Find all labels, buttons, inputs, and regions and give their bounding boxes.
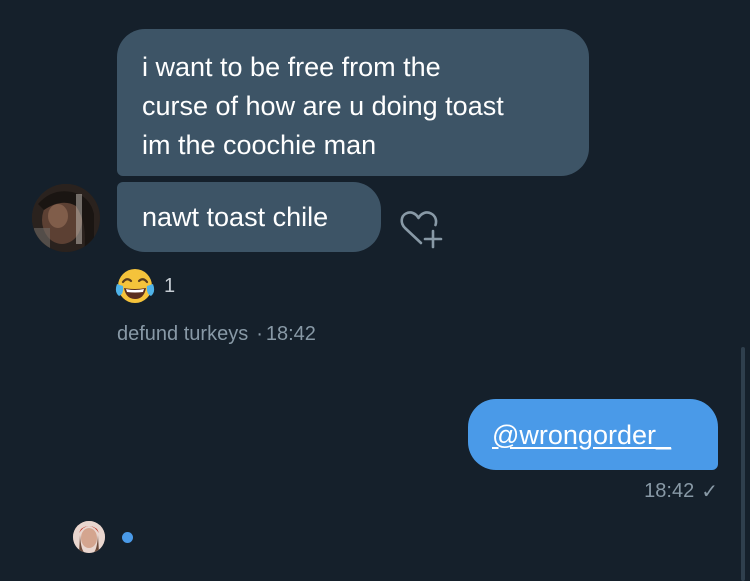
message-line: im the coochie man xyxy=(142,130,377,160)
message-line: i want to be free from the xyxy=(142,52,441,82)
reaction-chip[interactable]: 1 xyxy=(115,266,175,306)
check-icon: ✓ xyxy=(701,481,718,503)
sent-message-bubble[interactable]: @wrongorder_ xyxy=(468,399,718,470)
heart-plus-icon xyxy=(400,211,443,249)
message-text: nawt toast chile xyxy=(142,202,329,232)
received-message-bubble[interactable]: i want to be free from the curse of how … xyxy=(117,29,589,176)
message-time: 18:42 xyxy=(265,323,316,345)
typing-user-avatar[interactable] xyxy=(73,521,105,553)
avatar-image xyxy=(73,521,105,553)
reaction-count: 1 xyxy=(164,274,176,297)
sent-message-meta: 18:42 ✓ xyxy=(644,479,718,504)
sender-avatar[interactable] xyxy=(32,184,100,252)
face-with-tears-of-joy-icon xyxy=(115,269,155,303)
dm-conversation: i want to be free from the curse of how … xyxy=(0,0,750,581)
message-line: curse of how are u doing toast xyxy=(142,91,504,121)
received-message-bubble[interactable]: nawt toast chile xyxy=(117,182,381,252)
add-reaction-button[interactable] xyxy=(397,207,443,251)
received-message-meta: defund turkeys · 18:42 xyxy=(117,323,316,346)
avatar-image xyxy=(32,184,100,252)
meta-separator: · xyxy=(256,323,263,345)
message-time: 18:42 xyxy=(644,480,695,502)
mention-link[interactable]: @wrongorder_ xyxy=(492,420,671,450)
typing-indicator-dot xyxy=(122,532,133,543)
scrollbar[interactable] xyxy=(741,347,745,581)
sender-name[interactable]: defund turkeys xyxy=(117,323,248,345)
